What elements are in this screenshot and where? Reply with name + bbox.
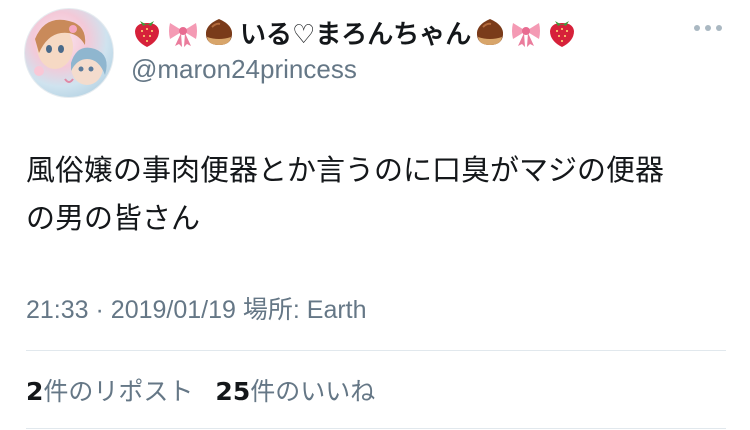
ribbon-icon	[509, 15, 543, 49]
like-label: 件のいいね	[250, 377, 376, 406]
chestnut-icon	[202, 15, 236, 49]
retweet-stat[interactable]: 2件のリポスト	[26, 377, 193, 406]
tweet-date[interactable]: 2019/01/19	[111, 296, 236, 324]
like-stat[interactable]: 25件のいいね	[215, 377, 375, 406]
strawberry-icon	[545, 15, 579, 49]
display-name: いる♡まろんちゃん	[240, 19, 472, 50]
tweet-meta: 21:33 · 2019/01/19 場所: Earth	[26, 290, 367, 326]
chestnut-icon	[473, 15, 507, 49]
tweet-text-line: 風俗嬢の事肉便器とか言うのに口臭がマジの便器	[26, 153, 665, 187]
tweet-stats: 2件のリポスト 25件のいいね	[26, 372, 375, 408]
avatar-illustration	[34, 19, 107, 85]
strawberry-icon	[130, 15, 164, 49]
avatar[interactable]	[24, 8, 114, 98]
ribbon-icon	[166, 15, 200, 49]
more-options-icon[interactable]	[694, 22, 722, 34]
meta-separator: ·	[95, 296, 104, 324]
divider	[26, 350, 726, 351]
user-name-row[interactable]: いる♡まろんちゃん	[130, 12, 581, 52]
tweet-text-line: の男の皆さん	[26, 201, 201, 235]
tweet-text: 風俗嬢の事肉便器とか言うのに口臭がマジの便器 の男の皆さん	[26, 146, 726, 242]
retweet-count: 2	[26, 377, 44, 406]
tweet-time[interactable]: 21:33	[26, 296, 89, 324]
tweet-location[interactable]: 場所: Earth	[243, 296, 367, 324]
divider	[26, 428, 726, 429]
retweet-label: 件のリポスト	[43, 377, 194, 406]
like-count: 25	[215, 377, 251, 406]
user-handle[interactable]: @maron24princess	[131, 54, 357, 85]
